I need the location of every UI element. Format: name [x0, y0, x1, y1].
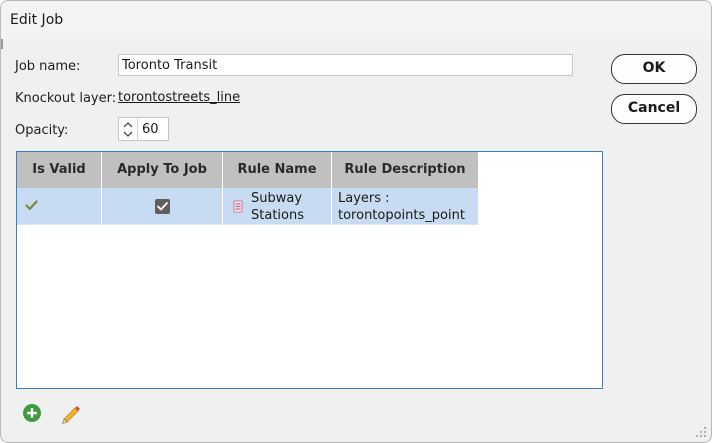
grid-header: Is Valid Apply To Job Rule Name Rule Des…	[17, 152, 479, 188]
cell-is-valid[interactable]	[17, 188, 102, 225]
column-header-rule-description[interactable]: Rule Description	[332, 152, 479, 188]
rule-name-line-2: Stations	[251, 208, 304, 223]
rule-desc-line-1: Layers :	[338, 191, 390, 206]
opacity-spinner[interactable]: 60	[118, 117, 169, 141]
cell-rule-description[interactable]: Layers : torontopoints_point	[332, 188, 479, 225]
column-header-is-valid[interactable]: Is Valid	[17, 152, 102, 188]
resize-grip-icon[interactable]	[695, 426, 707, 438]
apply-to-job-checkbox[interactable]	[155, 199, 170, 214]
rule-description-text: Layers : torontopoints_point	[338, 190, 465, 224]
knockout-layer-link[interactable]: torontostreets_line	[118, 90, 240, 105]
job-name-label: Job name:	[15, 59, 81, 74]
checkmark-icon	[25, 200, 38, 211]
ok-button[interactable]: OK	[611, 54, 697, 84]
table-row[interactable]: Subway Stations Layers : torontopoints_p…	[17, 188, 479, 225]
checkbox-check-icon	[157, 202, 168, 211]
chevron-down-icon[interactable]	[123, 130, 133, 138]
title-bar: Edit Job	[1, 1, 711, 39]
cell-rule-name[interactable]: Subway Stations	[223, 188, 332, 225]
pencil-icon[interactable]	[61, 403, 83, 425]
add-icon[interactable]	[22, 403, 42, 423]
knockout-layer-label: Knockout layer:	[15, 91, 117, 106]
rule-desc-line-2: torontopoints_point	[338, 208, 465, 223]
window-edge	[1, 39, 3, 49]
rules-grid[interactable]: Is Valid Apply To Job Rule Name Rule Des…	[16, 151, 603, 389]
rule-name-text: Subway Stations	[251, 190, 304, 224]
opacity-value[interactable]: 60	[142, 122, 159, 137]
opacity-label: Opacity:	[15, 123, 69, 138]
job-name-input[interactable]	[122, 58, 569, 73]
column-header-apply-to-job[interactable]: Apply To Job	[102, 152, 223, 188]
window-title: Edit Job	[10, 12, 64, 28]
cancel-button[interactable]: Cancel	[611, 94, 697, 124]
spinner-arrows[interactable]	[119, 118, 138, 140]
document-icon	[233, 200, 243, 213]
job-name-field[interactable]	[118, 54, 573, 76]
edit-job-dialog: Edit Job Job name: Knockout layer: toron…	[0, 0, 712, 443]
cell-apply-to-job[interactable]	[102, 188, 223, 225]
column-header-rule-name[interactable]: Rule Name	[223, 152, 332, 188]
chevron-up-icon[interactable]	[123, 121, 133, 129]
rule-name-line-1: Subway	[251, 191, 303, 206]
